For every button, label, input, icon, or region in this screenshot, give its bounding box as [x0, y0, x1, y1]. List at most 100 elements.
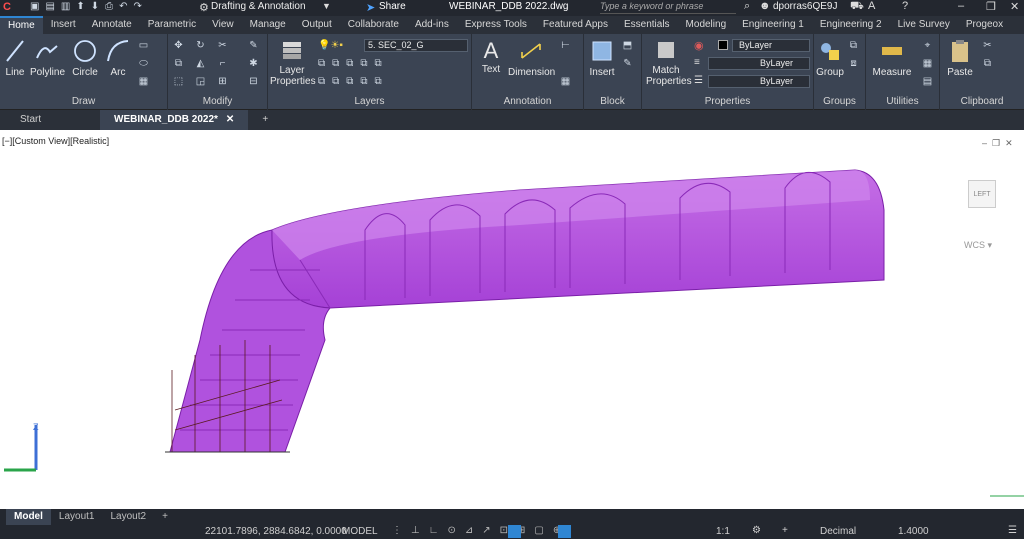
layers-panel-title[interactable]: Layers: [268, 96, 471, 107]
annotation-scale[interactable]: 1:1: [716, 526, 730, 537]
units-dropdown[interactable]: Decimal: [820, 526, 856, 537]
tab-essentials[interactable]: Essentials: [616, 16, 678, 34]
tab-view[interactable]: View: [204, 16, 242, 34]
drawing-viewport[interactable]: [−][Custom View][Realistic] –❐✕ Z LEFT W…: [0, 130, 1024, 509]
tunnel-model[interactable]: Z: [0, 130, 1024, 509]
group-edit-icon[interactable]: ⧈: [848, 58, 859, 69]
ungroup-icon[interactable]: ⧉: [848, 40, 859, 51]
calculator-icon[interactable]: ▤: [922, 76, 933, 87]
block-panel-title[interactable]: Block: [584, 96, 641, 107]
dimension-tool[interactable]: Dimension: [508, 38, 555, 78]
copy-icon[interactable]: ⧉: [173, 58, 184, 69]
drawing-tab[interactable]: WEBINAR_DDB 2022* ✕: [100, 110, 249, 130]
user-icon[interactable]: ☻: [759, 0, 771, 12]
region-icon[interactable]: ▦: [138, 76, 149, 87]
cut-icon[interactable]: ✂: [982, 40, 993, 51]
user-name[interactable]: dporras6QE9J: [773, 1, 837, 12]
close-icon[interactable]: ✕: [1010, 0, 1019, 13]
viewcube[interactable]: LEFT: [968, 180, 996, 208]
layout1-tab[interactable]: Layout1: [51, 509, 103, 525]
linetype-dropdown[interactable]: ByLayer: [708, 57, 810, 70]
clipboard-panel-title[interactable]: Clipboard: [940, 96, 1024, 107]
polyline-tool[interactable]: Polyline: [30, 38, 65, 78]
tab-progeox[interactable]: Progeox: [958, 16, 1011, 34]
paste-tool[interactable]: Paste: [944, 38, 976, 78]
color-wheel-icon[interactable]: ◉: [694, 39, 704, 52]
fillet-icon[interactable]: ⌐: [217, 58, 228, 69]
utilities-panel-title[interactable]: Utilities: [866, 96, 939, 107]
hatch-icon[interactable]: ⬭: [138, 58, 149, 69]
customize-icon[interactable]: ☰: [1008, 525, 1017, 536]
minimize-icon[interactable]: –: [958, 0, 964, 12]
circle-tool[interactable]: Circle: [70, 38, 100, 78]
tab-parametric[interactable]: Parametric: [140, 16, 204, 34]
lineweight-dropdown[interactable]: ByLayer: [708, 75, 810, 88]
tab-live-survey[interactable]: Live Survey: [890, 16, 958, 34]
measure-tool[interactable]: Measure: [870, 38, 914, 78]
rectangle-icon[interactable]: ▭: [138, 40, 149, 51]
modify-panel-title[interactable]: Modify: [168, 96, 267, 107]
edit-block-icon[interactable]: ✎: [622, 58, 633, 69]
workspace-gear-icon[interactable]: ⚙: [199, 1, 209, 14]
insert-tool[interactable]: Insert: [588, 38, 616, 78]
start-tab[interactable]: Start: [0, 110, 100, 130]
ortho-toggle[interactable]: [508, 525, 521, 538]
share-icon[interactable]: ➤: [366, 1, 375, 14]
scale-icon[interactable]: ◲: [195, 76, 206, 87]
lineweight-icon[interactable]: ≡: [694, 57, 700, 68]
explode-icon[interactable]: ✱: [248, 58, 259, 69]
tab-engineering-2[interactable]: Engineering 2: [812, 16, 890, 34]
gear-icon[interactable]: ⚙: [752, 525, 761, 536]
quickcalc-icon[interactable]: ▦: [922, 58, 933, 69]
stretch-icon[interactable]: ⬚: [173, 76, 184, 87]
layer-tools-icons[interactable]: ⧉⧉⧉⧉⧉: [318, 58, 389, 69]
model-tab[interactable]: Model: [6, 509, 51, 525]
help-icon[interactable]: ?: [902, 0, 908, 12]
search-input[interactable]: Type a keyword or phrase: [600, 1, 736, 14]
app-logo-icon[interactable]: C: [3, 1, 11, 13]
id-point-icon[interactable]: ⌖: [922, 40, 933, 51]
search-icon[interactable]: ⌕: [744, 0, 750, 13]
create-block-icon[interactable]: ⬒: [622, 40, 633, 51]
a360-icon[interactable]: A: [868, 0, 875, 12]
table-icon[interactable]: ▦: [560, 76, 571, 87]
tab-add-ins[interactable]: Add-ins: [407, 16, 457, 34]
tab-collaborate[interactable]: Collaborate: [340, 16, 407, 34]
layer-dropdown[interactable]: 5. SEC_02_G: [364, 39, 468, 52]
color-dropdown[interactable]: ByLayer: [732, 39, 810, 52]
linetype-icon[interactable]: ☰: [694, 75, 703, 86]
leader-icon[interactable]: ⊢: [560, 40, 571, 51]
tab-manage[interactable]: Manage: [242, 16, 294, 34]
share-button[interactable]: Share: [379, 1, 406, 12]
erase-icon[interactable]: ✎: [248, 40, 259, 51]
tab-engineering-1[interactable]: Engineering 1: [734, 16, 812, 34]
layer-properties-tool[interactable]: Layer Properties: [270, 38, 316, 87]
status-toggle-icons[interactable]: ⋮⊥∟⊙⊿↗⊡⊞▢⊕: [392, 525, 570, 536]
wcs-menu[interactable]: WCS ▾: [964, 240, 992, 251]
tab-modeling[interactable]: Modeling: [678, 16, 735, 34]
close-tab-icon[interactable]: ✕: [226, 110, 234, 130]
match-properties-tool[interactable]: Match Properties: [646, 38, 692, 87]
layer-state-icons[interactable]: 💡☀▪: [318, 40, 343, 51]
add-layout-icon[interactable]: +: [154, 509, 176, 525]
quick-access-icons[interactable]: ▣▤▥⬆⬇⎙↶↷: [30, 1, 148, 12]
tab-insert[interactable]: Insert: [43, 16, 84, 34]
plus-icon[interactable]: +: [782, 525, 788, 536]
tab-home[interactable]: Home: [0, 16, 43, 34]
rotate-icon[interactable]: ↻: [195, 40, 206, 51]
tab-annotate[interactable]: Annotate: [84, 16, 140, 34]
color-swatch[interactable]: [718, 40, 728, 50]
text-tool[interactable]: A Text: [478, 38, 504, 75]
tab-express-tools[interactable]: Express Tools: [457, 16, 535, 34]
layer-tools2-icons[interactable]: ⧉⧉⧉⧉⧉: [318, 76, 389, 87]
restore-icon[interactable]: ❐: [986, 0, 996, 13]
array-icon[interactable]: ⊞: [217, 76, 228, 87]
arc-tool[interactable]: Arc: [105, 38, 131, 78]
coordinates-readout[interactable]: 22101.7896, 2884.6842, 0.0000: [205, 526, 347, 537]
workspace-selector[interactable]: Drafting & Annotation: [211, 1, 306, 12]
properties-panel-title[interactable]: Properties: [642, 96, 813, 107]
offset-icon[interactable]: ⊟: [248, 76, 259, 87]
group-tool[interactable]: Group: [816, 38, 844, 78]
tab-featured-apps[interactable]: Featured Apps: [535, 16, 616, 34]
new-tab-icon[interactable]: +: [248, 110, 282, 130]
